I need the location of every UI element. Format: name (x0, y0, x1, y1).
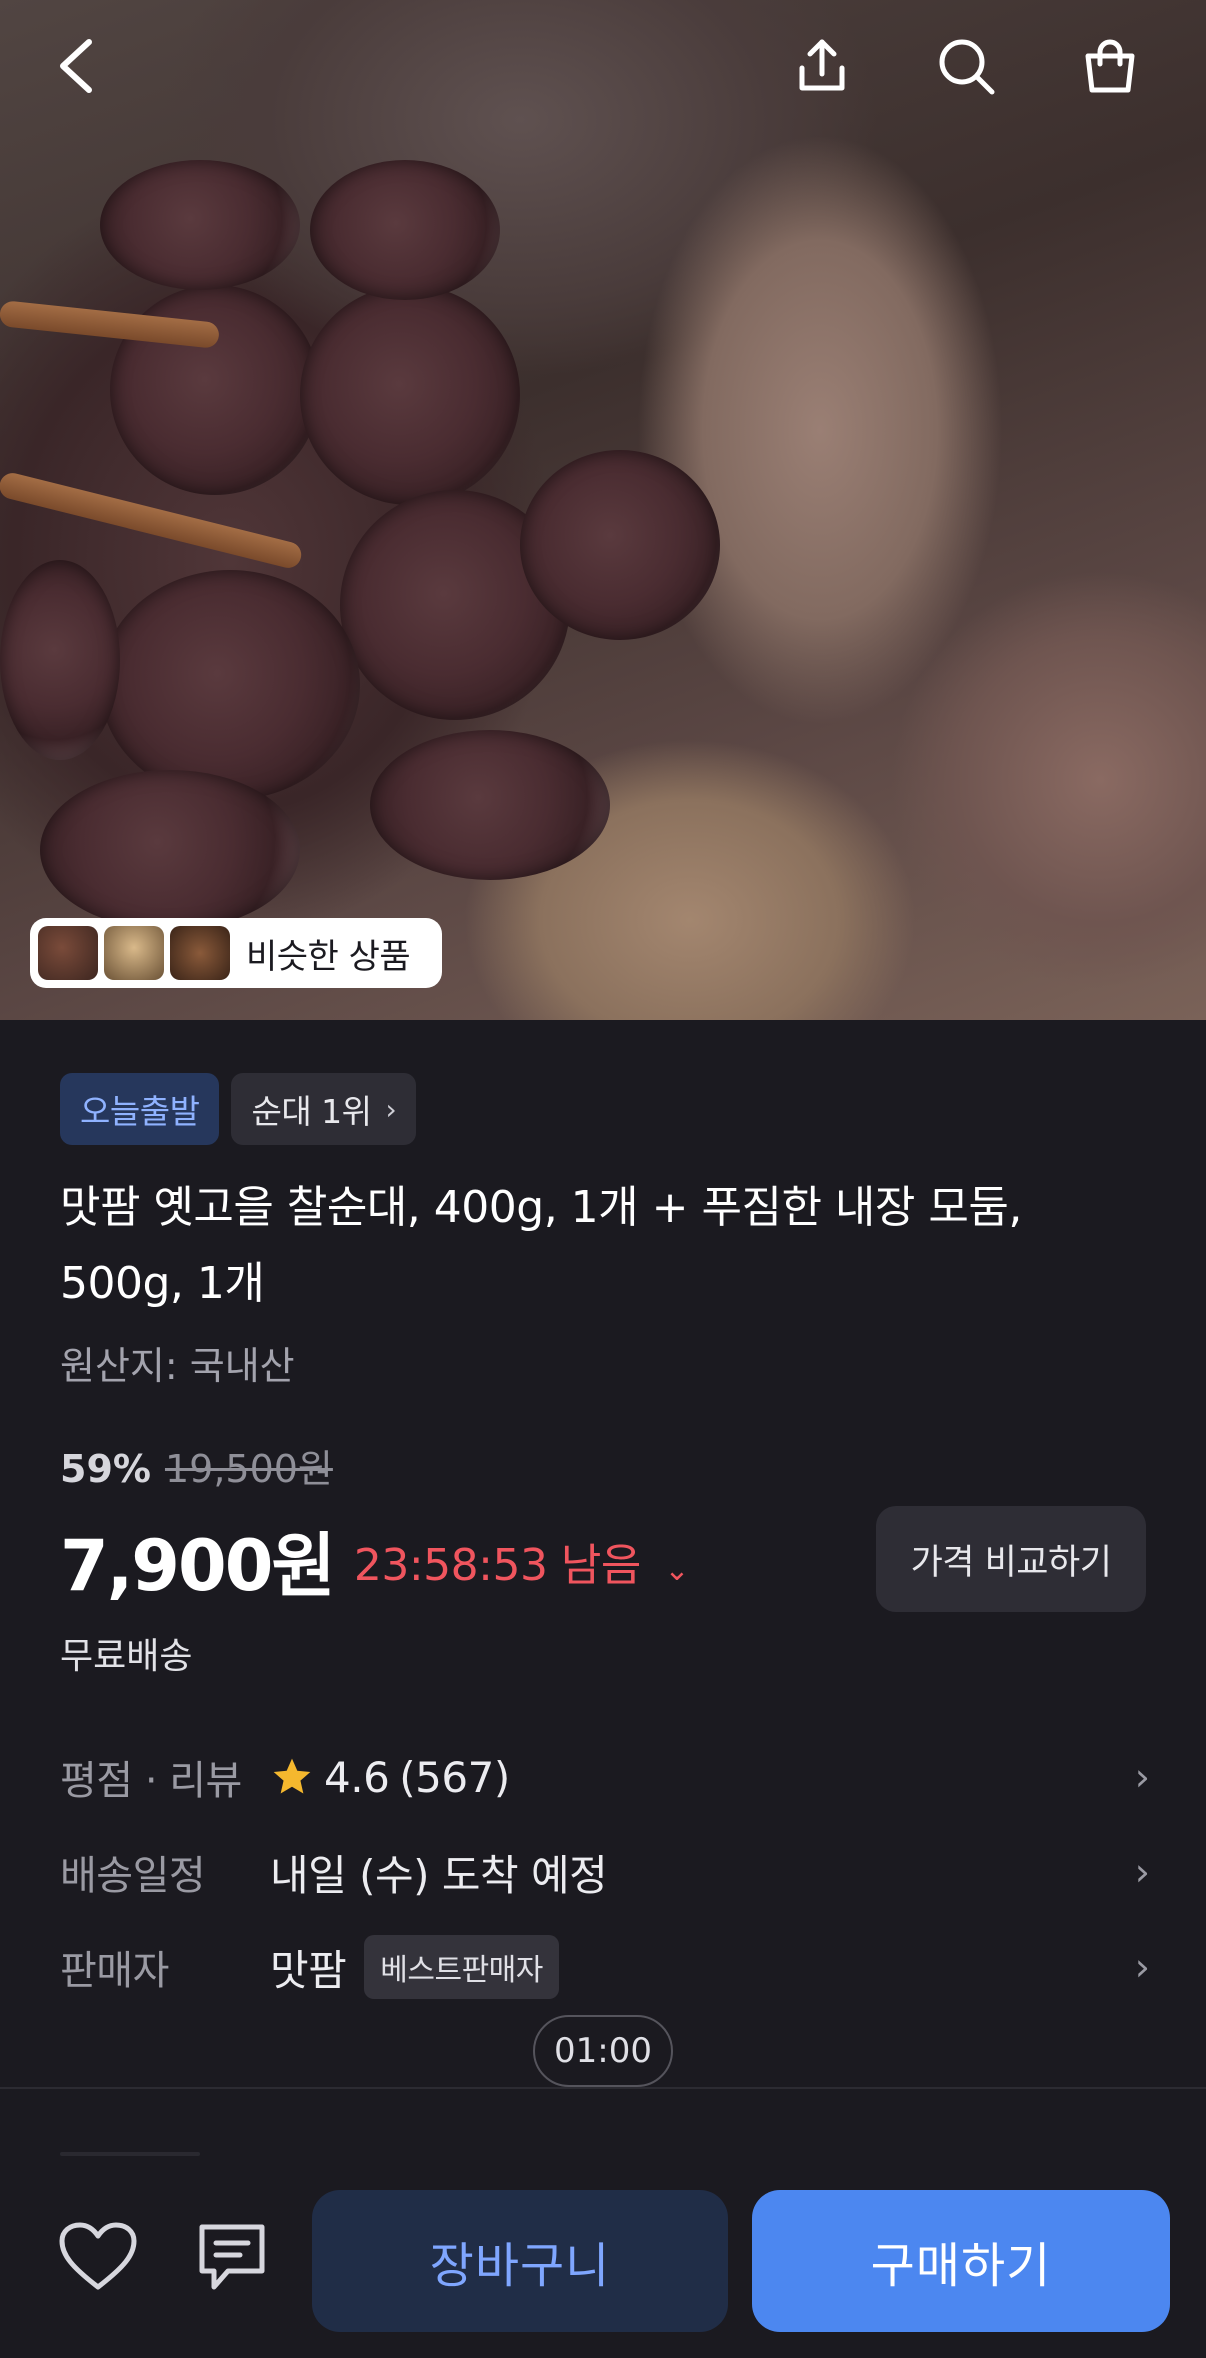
time-indicator: 01:00 (533, 2015, 673, 2087)
category-rank-label: 순대 1위 (251, 1092, 372, 1131)
section-divider (60, 2152, 200, 2156)
wishlist-button[interactable] (56, 2215, 140, 2299)
shipping-info: 무료배송 (60, 1636, 193, 1677)
heart-icon (59, 2222, 137, 2290)
similar-products-button[interactable]: 비슷한 상품 (30, 918, 442, 988)
discount-percent: 59% (60, 1447, 151, 1491)
top-navigation (0, 0, 1206, 140)
original-price: 19,500원 (164, 1447, 333, 1491)
share-button[interactable] (782, 26, 862, 106)
chevron-right-icon: › (385, 1092, 397, 1126)
shopping-bag-icon (1085, 39, 1135, 93)
delivery-schedule-key: 배송일정 (60, 1853, 206, 1899)
similar-products-label: 비슷한 상품 (246, 936, 411, 977)
seller-name: 맛팜 (270, 1945, 347, 1995)
chevron-right-icon: › (1134, 1850, 1150, 1894)
back-chevron-icon (60, 39, 92, 93)
rating-review-key: 평점 · 리뷰 (60, 1758, 242, 1804)
image-detail (520, 450, 720, 640)
today-delivery-badge: 오늘출발 (60, 1073, 220, 1145)
image-detail (0, 560, 120, 760)
price-row: 7,900원 23:58:53 남음 ⌄ (60, 1510, 690, 1611)
add-to-cart-button[interactable]: 장바구니 (312, 2190, 728, 2332)
image-detail (310, 160, 500, 300)
product-image[interactable]: 비슷한 상품 (0, 0, 1206, 1020)
search-icon (939, 39, 995, 95)
chevron-down-icon: ⌄ (664, 1552, 690, 1588)
review-count: (567) (399, 1752, 510, 1802)
image-detail (370, 730, 610, 880)
delivery-schedule-row[interactable]: 배송일정 내일 (수) 도착 예정 › (60, 1837, 1150, 1907)
similar-product-thumbnail (170, 926, 230, 980)
back-button[interactable] (36, 26, 116, 106)
sale-price: 7,900원 (60, 1525, 336, 1607)
product-badges: 오늘출발 순대 1위 › (60, 1073, 417, 1145)
today-delivery-label: 오늘출발 (80, 1092, 200, 1131)
share-icon (799, 39, 845, 91)
best-seller-badge: 베스트판매자 (364, 1935, 559, 1999)
category-rank-badge[interactable]: 순대 1위 › (231, 1073, 417, 1145)
inquiry-button[interactable] (190, 2215, 274, 2299)
image-detail (300, 285, 520, 505)
image-detail (40, 770, 300, 930)
deal-timer-text: 23:58:53 남음 (353, 1539, 642, 1591)
image-detail (100, 160, 300, 290)
chevron-right-icon: › (1134, 1755, 1150, 1799)
seller-row[interactable]: 판매자 맛팜 베스트판매자 › (60, 1932, 1150, 2002)
rating-review-row[interactable]: 평점 · 리뷰 4.6 (567) › (60, 1742, 1150, 1812)
similar-product-thumbnail (38, 926, 98, 980)
chat-icon (199, 2224, 265, 2290)
search-button[interactable] (926, 26, 1006, 106)
section-divider (0, 2087, 1206, 2089)
buy-now-button[interactable]: 구매하기 (752, 2190, 1170, 2332)
image-detail (100, 570, 360, 800)
discount-row: 59% 19,500원 (60, 1438, 333, 1493)
chevron-right-icon: › (1134, 1945, 1150, 1989)
star-icon (273, 1758, 311, 1794)
similar-product-thumbnail (104, 926, 164, 980)
shopping-bag-button[interactable] (1070, 26, 1150, 106)
price-compare-button[interactable]: 가격 비교하기 (876, 1506, 1146, 1612)
rating-score: 4.6 (324, 1752, 390, 1802)
deal-timer[interactable]: 23:58:53 남음 ⌄ (353, 1529, 690, 1593)
seller-key: 판매자 (60, 1948, 169, 1994)
product-title: 맛팜 옛고을 찰순대, 400g, 1개 + 푸짐한 내장 모둠, 500g, … (60, 1182, 1022, 1309)
delivery-schedule-value: 내일 (수) 도착 예정 (270, 1850, 608, 1900)
product-origin: 원산지: 국내산 (60, 1344, 295, 1388)
